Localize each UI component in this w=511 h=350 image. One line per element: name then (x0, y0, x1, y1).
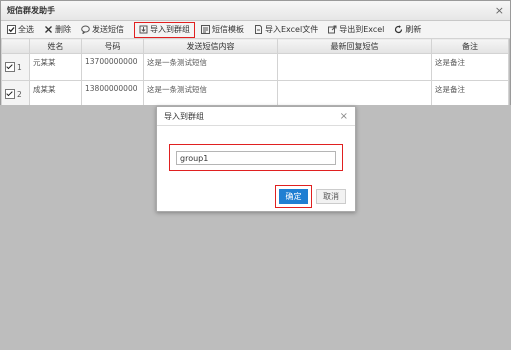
cancel-button[interactable]: 取消 (316, 189, 346, 204)
cell-name: 元某某 (29, 53, 82, 81)
dialog-title-bar: 导入到群组 × (157, 107, 355, 126)
checkbox-icon (7, 25, 16, 34)
header-content[interactable]: 发送短信内容 (143, 38, 278, 54)
import-group-dialog: 导入到群组 × 确定 取消 (156, 106, 356, 212)
refresh-button[interactable]: 刷新 (390, 22, 425, 38)
contacts-table: 姓名 号码 发送短信内容 最新回复短信 备注 1 元某某 13700000000… (1, 38, 509, 108)
refresh-label: 刷新 (405, 25, 422, 34)
import-icon (139, 25, 148, 34)
import-group-button[interactable]: 导入到群组 (134, 21, 195, 38)
group-name-input[interactable] (176, 151, 336, 165)
ok-button-highlight: 确定 (275, 185, 312, 208)
dialog-close-icon[interactable]: × (340, 111, 348, 122)
select-all-label: 全选 (18, 25, 34, 34)
cell-note: 这是备注 (431, 53, 509, 81)
header-phone[interactable]: 号码 (81, 38, 144, 54)
import-excel-button[interactable]: 导入Excel文件 (250, 22, 322, 38)
cell-content: 这是一条测试短信 (143, 80, 278, 108)
row-checkbox[interactable] (5, 62, 15, 72)
template-icon (201, 25, 210, 34)
table-header-row: 姓名 号码 发送短信内容 最新回复短信 备注 (1, 38, 509, 54)
dialog-title: 导入到群组 (164, 111, 204, 121)
header-name[interactable]: 姓名 (29, 38, 82, 54)
row-number: 1 (17, 62, 22, 72)
header-checkbox (1, 38, 30, 54)
send-sms-label: 发送短信 (92, 25, 124, 34)
toolbar: 全选 删除 发送短信 导入到群组 短信模板 导入Excel文件 导出到Excel… (1, 21, 510, 39)
delete-icon (44, 25, 53, 34)
header-reply[interactable]: 最新回复短信 (277, 38, 432, 54)
cell-content: 这是一条测试短信 (143, 53, 278, 81)
title-bar: 短信群发助手 × (1, 1, 510, 21)
cell-reply (277, 53, 432, 81)
export-icon (328, 25, 337, 34)
cell-phone: 13700000000 (81, 53, 144, 81)
export-excel-label: 导出到Excel (339, 25, 385, 34)
sms-template-button[interactable]: 短信模板 (197, 22, 248, 38)
window-close-icon[interactable]: × (495, 5, 504, 16)
send-sms-button[interactable]: 发送短信 (77, 22, 128, 38)
table-row[interactable]: 1 元某某 13700000000 这是一条测试短信 这是备注 (1, 53, 509, 81)
header-note[interactable]: 备注 (431, 38, 509, 54)
sms-template-label: 短信模板 (212, 25, 244, 34)
cell-name: 成某某 (29, 80, 82, 108)
cell-phone: 13800000000 (81, 80, 144, 108)
message-icon (81, 25, 90, 34)
file-import-icon (254, 25, 263, 34)
row-select-cell[interactable]: 1 (1, 53, 30, 81)
group-input-highlight (169, 144, 343, 171)
delete-label: 删除 (55, 25, 71, 34)
row-number: 2 (17, 89, 22, 99)
delete-button[interactable]: 删除 (40, 22, 75, 38)
import-group-label: 导入到群组 (150, 25, 190, 34)
import-excel-label: 导入Excel文件 (265, 25, 319, 34)
row-select-cell[interactable]: 2 (1, 80, 30, 108)
window-title: 短信群发助手 (7, 6, 55, 15)
row-checkbox[interactable] (5, 89, 15, 99)
confirm-button[interactable]: 确定 (279, 189, 308, 204)
export-excel-button[interactable]: 导出到Excel (324, 22, 388, 38)
cell-note: 这是备注 (431, 80, 509, 108)
refresh-icon (394, 25, 403, 34)
cell-reply (277, 80, 432, 108)
table-row[interactable]: 2 成某某 13800000000 这是一条测试短信 这是备注 (1, 80, 509, 108)
select-all-button[interactable]: 全选 (3, 22, 38, 38)
